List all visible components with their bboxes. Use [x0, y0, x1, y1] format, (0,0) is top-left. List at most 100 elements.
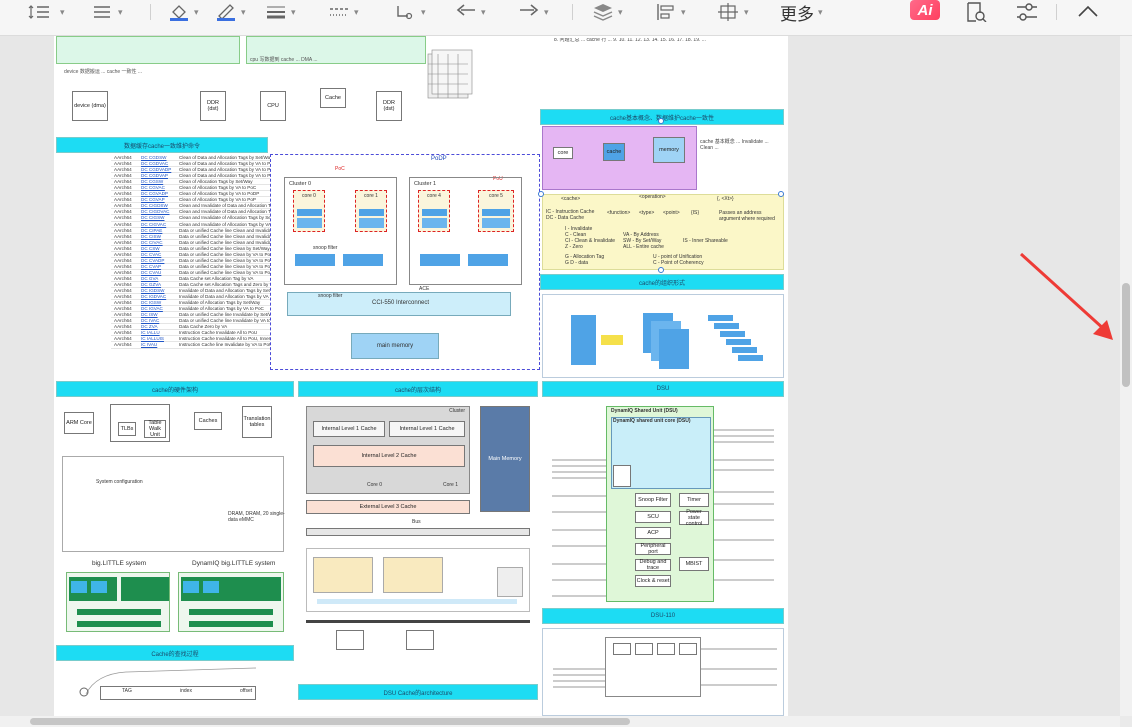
op-cell[interactable]: DC CIGVAC	[141, 222, 179, 227]
op-cell[interactable]: DC CIVAC	[141, 240, 179, 245]
layer-icon[interactable]: ▾	[592, 2, 623, 22]
op-cell[interactable]: DC ZVA	[141, 324, 179, 329]
device-box[interactable]: device (dma)	[72, 91, 108, 121]
vertical-scrollbar-thumb[interactable]	[1122, 283, 1130, 387]
arch-cell: AArch64	[114, 318, 132, 324]
cache-organization-diagram[interactable]	[542, 294, 784, 378]
align-icon[interactable]: ▾	[92, 2, 123, 22]
arrow-end-icon[interactable]: ▾	[518, 2, 549, 22]
op-cell[interactable]: DC CGDVAC	[141, 161, 179, 166]
ops-legend[interactable]: <cache> <operation> {, <Xt>} IC - Instru…	[542, 194, 784, 270]
l1-cache-box: Internal Level 1 Cache	[389, 421, 465, 437]
ddr-box[interactable]: DDR (dst)	[200, 91, 226, 121]
diagram-sheet[interactable]: device (dma) DDR (dst) CPU Cache DDR (ds…	[54, 36, 788, 716]
op-cell[interactable]: DC IGVAC	[141, 306, 179, 311]
selection-handle[interactable]	[538, 191, 544, 197]
selection-handle[interactable]	[778, 191, 784, 197]
l1-cache-box: Internal Level 1 Cache	[313, 421, 385, 437]
arrow-start-icon[interactable]: ▾	[455, 2, 486, 22]
cache-find-diagram[interactable]: TAG index offset	[56, 664, 294, 716]
line-spacing-icon[interactable]: ▾	[28, 2, 65, 22]
line-color-icon[interactable]: ▾	[215, 2, 246, 22]
op-cell[interactable]: DC IGDSW	[141, 288, 179, 293]
arch-cell: AArch64	[114, 294, 132, 300]
op-cell[interactable]: DC CGVAC	[141, 185, 179, 190]
op-cell[interactable]: DC CGSW	[141, 179, 179, 184]
cache-box[interactable]: Cache	[320, 88, 346, 108]
band-dsu-110[interactable]: DSU-110	[542, 608, 784, 624]
horizontal-scrollbar-thumb[interactable]	[30, 718, 630, 725]
dsu110-diagram[interactable]	[542, 628, 784, 716]
more-label: 更多	[780, 4, 814, 24]
more-menu[interactable]: 更多 ▾	[780, 2, 823, 24]
op-cell[interactable]: DC CVADP	[141, 258, 179, 263]
op-cell[interactable]: DC CVAC	[141, 252, 179, 257]
band-cache-arch[interactable]: cache的层次结构	[298, 381, 538, 397]
arch-cell: AArch64	[114, 191, 132, 197]
collapse-icon[interactable]	[1077, 2, 1099, 22]
core0-box[interactable]: core 0	[293, 190, 325, 232]
selection-handle[interactable]	[658, 118, 664, 124]
cache-hierarchy-diagram[interactable]: ARM Core TLBs Table Walk Unit Caches Tra…	[56, 400, 294, 636]
arch-cell: AArch64	[114, 203, 132, 209]
connector-icon[interactable]: ▾	[395, 2, 426, 22]
cluster1-box[interactable]: Cluster 1 core 4 core 5	[409, 177, 522, 285]
cci-interconnect[interactable]: CCI-550 Interconnect snoop filter	[287, 292, 511, 316]
op-cell[interactable]: DC CSW	[141, 246, 179, 251]
op-cell[interactable]: DC CGVAP	[141, 197, 179, 202]
dash-style-icon[interactable]: ▾	[328, 2, 359, 22]
op-cell[interactable]: DC IVAC	[141, 318, 179, 323]
offset-label: offset	[240, 688, 253, 694]
cluster0-box[interactable]: Cluster 0 core 0 core 1 snoop filter	[284, 177, 397, 285]
align-shapes-icon[interactable]: ▾	[655, 2, 686, 22]
op-cell[interactable]: DC GZVA	[141, 282, 179, 287]
core4-box[interactable]: core 4	[418, 190, 450, 232]
band-cache-organization[interactable]: cache的组织形式	[540, 274, 784, 290]
fill-color-icon[interactable]: ▾	[168, 2, 199, 22]
op-cell[interactable]: DC IGSW	[141, 300, 179, 305]
biglittle-label: big.LITTLE system	[92, 560, 147, 567]
band-dsu-arch[interactable]: DSU Cache的architecture	[298, 684, 538, 700]
op-cell[interactable]: DC CVAU	[141, 270, 179, 275]
op-cell[interactable]: DC CIGSW	[141, 215, 179, 220]
op-cell[interactable]: DC CIGDSW	[141, 203, 179, 208]
position-icon[interactable]: ▾	[718, 2, 749, 22]
op-cell[interactable]: DC CGDVAP	[141, 173, 179, 178]
op-cell[interactable]: IC IVAU	[141, 342, 179, 347]
band-cache-commands[interactable]: 数据缓存cache一致维护命令	[56, 137, 268, 153]
settings-sliders-icon[interactable]	[1015, 2, 1039, 22]
podp-diagram[interactable]: PoDP PoC PoU Cluster 0 core 0 core 1 sno…	[270, 154, 540, 370]
cache-architecture-diagram[interactable]: Cluster Internal Level 1 Cache Internal …	[300, 400, 536, 656]
op-cell[interactable]: DC ISW	[141, 312, 179, 317]
legend-function: <function>	[607, 210, 631, 216]
op-cell[interactable]: DC CIGDVAC	[141, 209, 179, 214]
ai-icon[interactable]: Ai	[910, 0, 940, 20]
op-cell[interactable]: DC IGDVAC	[141, 294, 179, 299]
core5-box[interactable]: core 5	[478, 190, 514, 232]
op-cell[interactable]: DC CISW	[141, 234, 179, 239]
op-cell[interactable]: IC IALLU	[141, 330, 179, 335]
cache-3d-diagram[interactable]	[410, 44, 488, 116]
cache-concept-diagram[interactable]: core cache memory	[542, 126, 697, 190]
op-cell[interactable]: DC CGVADP	[141, 191, 179, 196]
dsu-diagram[interactable]: DynamIQ Shared Unit (DSU) DynamIQ shared…	[542, 400, 784, 604]
line-width-icon[interactable]: ▾	[265, 2, 296, 22]
op-cell[interactable]: DC CGDVADP	[141, 167, 179, 172]
op-cell[interactable]: IC IALLUIS	[141, 336, 179, 341]
op-cell[interactable]: DC CGDSW	[141, 155, 179, 160]
core1-box[interactable]: core 1	[355, 190, 387, 232]
op-cell[interactable]: DC GVA	[141, 276, 179, 281]
band-cache-struct[interactable]: cache的硬件架构	[56, 381, 294, 397]
selection-handle[interactable]	[658, 267, 664, 273]
cache-notes-text[interactable]: 8. 问题汇总 ... cache 行 ... 9. 10. 11. 12. 1…	[554, 38, 784, 106]
band-cache-find[interactable]: Cache的查找过程	[56, 645, 294, 661]
search-document-icon[interactable]	[965, 2, 987, 22]
dma-diagram-top[interactable]	[56, 36, 240, 64]
main-memory-block[interactable]: main memory	[351, 333, 439, 359]
op-cell[interactable]: DC CVAP	[141, 264, 179, 269]
drawing-canvas[interactable]: device (dma) DDR (dst) CPU Cache DDR (ds…	[0, 36, 1120, 716]
cpu-box[interactable]: CPU	[260, 91, 286, 121]
op-cell[interactable]: DC CIPAE	[141, 228, 179, 233]
ddr-dst-box[interactable]: DDR (dst)	[376, 91, 402, 121]
band-dsu[interactable]: DSU	[542, 381, 784, 397]
